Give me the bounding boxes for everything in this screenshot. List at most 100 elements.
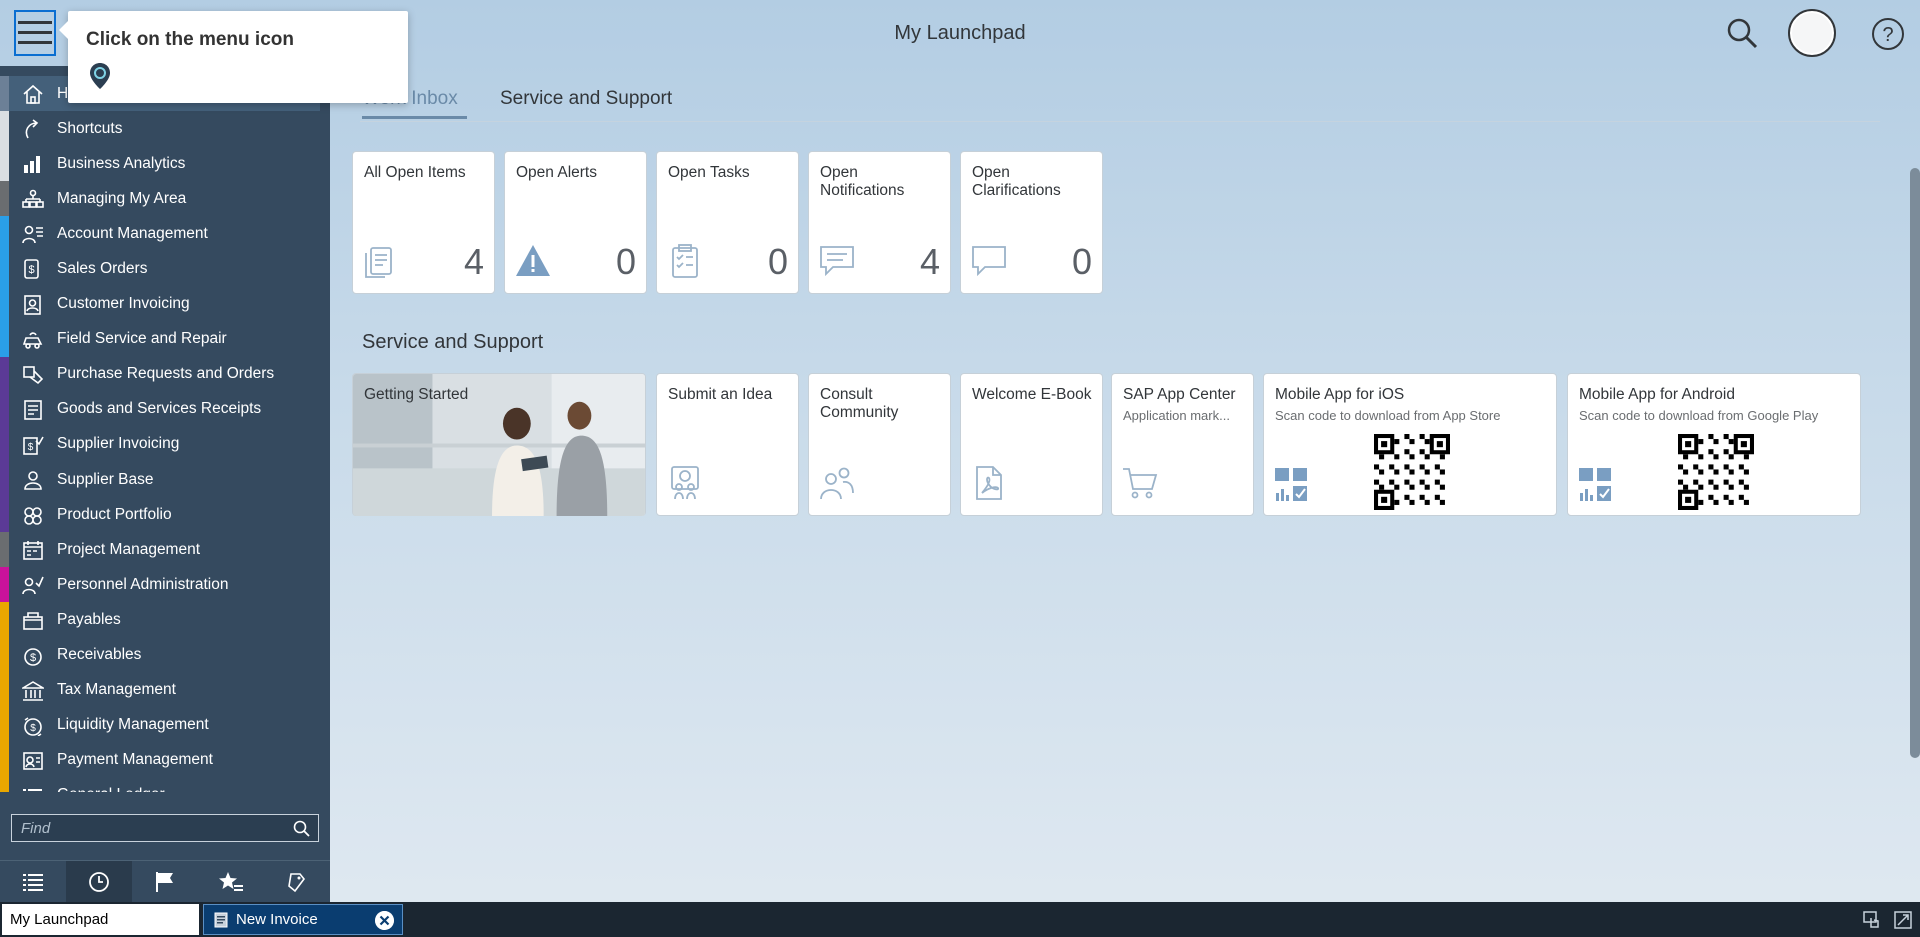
tile-count: 4 (463, 241, 484, 282)
sidebar-item-shortcuts[interactable]: Shortcuts (0, 111, 330, 147)
sidebar-item-supplier-base[interactable]: Supplier Base (0, 462, 330, 498)
sidebar-item-label: Product Portfolio (57, 505, 172, 523)
tile-consult-community[interactable]: Consult Community (808, 373, 951, 516)
vertical-scrollbar[interactable] (1910, 168, 1920, 758)
invoice-icon (24, 294, 41, 315)
sidebar-item-label: Liquidity Management (57, 716, 209, 734)
user-icon (1792, 13, 1832, 53)
close-icon[interactable] (375, 911, 394, 930)
svg-text:$: $ (30, 723, 36, 734)
tile-title: Open Alerts (516, 164, 597, 181)
taskbar: My Launchpad New Invoice (0, 902, 1920, 937)
find-input[interactable] (12, 815, 282, 841)
tile-all-open-items[interactable]: All Open Items 4 (352, 151, 495, 294)
sidebar-color-stripe (0, 356, 9, 392)
app-grid-icon (1579, 468, 1611, 501)
clarification-icon (972, 246, 1006, 277)
app-grid-icon (1275, 468, 1307, 501)
sidebar-color-stripe (0, 181, 9, 217)
tags-button[interactable] (264, 860, 330, 902)
sidebar-item-field-service-and-repair[interactable]: Field Service and Repair (0, 321, 330, 357)
sidebar-item-label: Payment Management (57, 751, 213, 769)
notification-icon (820, 246, 854, 277)
tile-title: All Open Items (364, 164, 466, 181)
sidebar-item-goods-and-services-receipts[interactable]: Goods and Services Receipts (0, 391, 330, 427)
sidebar-item-label: Supplier Base (57, 470, 154, 488)
tile-open-tasks[interactable]: Open Tasks 0 (656, 151, 799, 294)
sidebar-item-label: Customer Invoicing (57, 295, 190, 313)
sidebar-item-label: Sales Orders (57, 260, 148, 278)
search-icon[interactable] (293, 820, 310, 837)
sidebar-item-customer-invoicing[interactable]: Customer Invoicing (0, 286, 330, 322)
guide-tooltip: Click on the menu icon (59, 11, 408, 103)
tile-title: Open Tasks (668, 164, 750, 181)
sidebar-color-stripe (0, 251, 9, 287)
tile-mobile-app-for-ios[interactable]: Mobile App for iOS Scan code to download … (1263, 373, 1557, 516)
group-title-service-and-support: Service and Support (362, 331, 544, 353)
tile-title: Welcome E-Book (972, 386, 1092, 403)
location-pin-icon (90, 63, 110, 89)
sidebar-color-stripe (0, 532, 9, 568)
sidebar-item-payment-management[interactable]: Payment Management (0, 742, 330, 778)
sidebar-item-account-management[interactable]: Account Management (0, 216, 330, 252)
tab-service-and-support[interactable]: Service and Support (500, 88, 672, 110)
tile-mobile-app-for-android[interactable]: Mobile App for Android Scan code to downl… (1567, 373, 1861, 516)
maximize-icon[interactable] (1893, 910, 1913, 930)
launchpad-tabs: Work Inbox Service and Support (360, 84, 1880, 122)
sidebar-item-personnel-administration[interactable]: Personnel Administration (0, 567, 330, 603)
tile-title: Open Notifications (820, 164, 905, 199)
sidebar-item-label: Project Management (57, 540, 201, 558)
taskbar-my-launchpad[interactable]: My Launchpad (2, 904, 199, 935)
sidebar-item-label: Account Management (57, 224, 208, 242)
alert-icon (516, 245, 550, 276)
sidebar-item-liquidity-management[interactable]: $ Liquidity Management (0, 707, 330, 743)
tile-subtitle: Application mark... (1123, 408, 1230, 423)
touch-mode-icon[interactable] (1862, 910, 1882, 930)
sidebar-item-managing-my-area[interactable]: Managing My Area (0, 181, 330, 217)
sidebar-item-payables[interactable]: Payables (0, 602, 330, 638)
payment-icon (23, 751, 43, 770)
sidebar-item-supplier-invoicing[interactable]: $ Supplier Invoicing (0, 426, 330, 463)
list-view-button[interactable] (0, 860, 66, 902)
favorites-button[interactable] (198, 860, 264, 902)
tile-count: 4 (919, 241, 940, 282)
tile-sap-app-center[interactable]: SAP App Center Application mark... (1111, 373, 1254, 516)
help-button[interactable]: ? (1866, 12, 1910, 56)
tile-submit-an-idea[interactable]: Submit an Idea (656, 373, 799, 516)
tile-count: 0 (1071, 241, 1092, 282)
recent-button[interactable] (66, 860, 132, 902)
tile-title: Mobile App for iOS (1275, 386, 1405, 403)
sidebar-item-receivables[interactable]: $ Receivables (0, 637, 330, 673)
tile-title: Consult Community (820, 386, 899, 421)
find-field[interactable] (11, 814, 319, 842)
tile-open-clarifications[interactable]: Open Clarifications 0 (960, 151, 1103, 294)
sidebar-item-product-portfolio[interactable]: Product Portfolio (0, 497, 330, 533)
tile-welcome-e-book[interactable]: Welcome E-Book (960, 373, 1103, 516)
purchase-icon (23, 365, 44, 384)
sidebar-item-label: Tax Management (57, 681, 176, 699)
svg-text:$: $ (28, 442, 34, 453)
sidebar-item-business-analytics[interactable]: Business Analytics (0, 146, 330, 182)
tile-count: 0 (615, 241, 636, 282)
tile-open-alerts[interactable]: Open Alerts 0 (504, 151, 647, 294)
sidebar-color-stripe (0, 707, 9, 743)
flagged-button[interactable] (132, 860, 198, 902)
product-icon (24, 507, 42, 525)
liquidity-icon: $ (24, 717, 42, 736)
sidebar-item-label: Supplier Invoicing (57, 435, 180, 453)
search-button[interactable] (1720, 12, 1764, 54)
tile-subtitle: Scan code to download from Google Play (1579, 408, 1819, 423)
sidebar-item-project-management[interactable]: Project Management (0, 532, 330, 568)
sidebar-item-tax-management[interactable]: Tax Management (0, 672, 330, 708)
sidebar-item-general-ledger[interactable]: General Ledger (0, 777, 330, 792)
sidebar-item-purchase-requests-and-orders[interactable]: Purchase Requests and Orders (0, 356, 330, 392)
sidebar-item-sales-orders[interactable]: $ Sales Orders (0, 251, 330, 287)
tile-getting-started[interactable]: Getting Started (352, 373, 646, 517)
list-icon (23, 873, 43, 891)
sidebar-color-stripe (0, 146, 9, 182)
taskbar-new-invoice[interactable]: New Invoice (203, 904, 403, 935)
navigation-sidebar: HomeShortcutsBusiness AnalyticsManaging … (0, 66, 330, 902)
tile-open-notifications[interactable]: Open Notifications 4 (808, 151, 951, 294)
user-avatar[interactable] (1788, 9, 1836, 57)
sidebar-color-stripe (0, 497, 9, 533)
